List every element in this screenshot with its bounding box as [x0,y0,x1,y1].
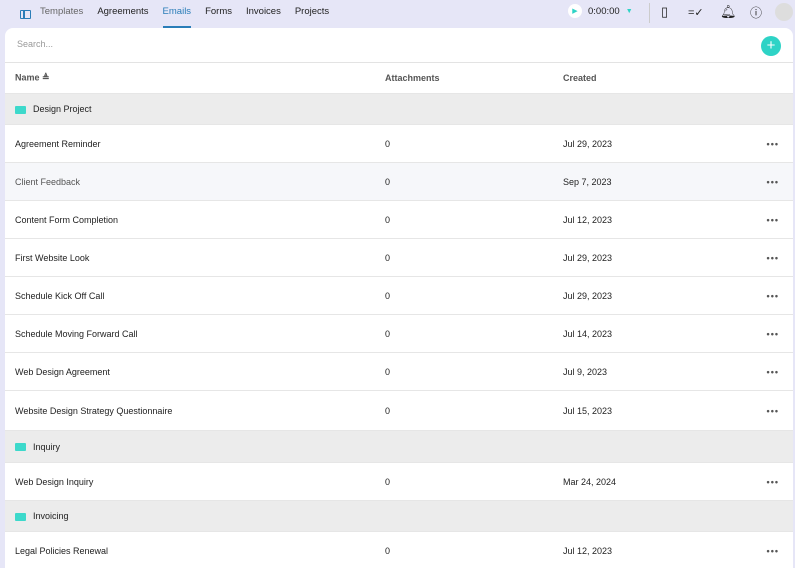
tab-invoices[interactable]: Invoices [246,0,281,28]
play-icon[interactable]: ▶ [568,4,582,18]
search-input[interactable] [17,39,317,49]
table-row[interactable]: Client Feedback 0 Sep 7, 2023 ••• [5,163,793,201]
table-row[interactable]: Schedule Kick Off Call 0 Jul 29, 2023 ••… [5,277,793,315]
more-options-icon[interactable]: ••• [767,406,779,416]
email-name[interactable]: Agreement Reminder [15,139,101,149]
email-name[interactable]: Content Form Completion [15,215,118,225]
more-options-icon[interactable]: ••• [767,367,779,377]
more-options-icon[interactable]: ••• [767,546,779,556]
divider [649,3,650,23]
tab-agreements[interactable]: Agreements [97,0,148,28]
emails-panel: + Name ≜ Attachments Created Design Proj… [5,28,793,568]
table-row[interactable]: Website Design Strategy Questionnaire 0 … [5,391,793,431]
avatar[interactable] [775,3,793,21]
chevron-down-icon[interactable]: ▼ [626,8,633,15]
created-date: Jul 9, 2023 [563,366,608,377]
column-attachments[interactable]: Attachments [385,73,440,83]
folder-name: Inquiry [33,441,61,452]
email-name[interactable]: Schedule Moving Forward Call [15,329,138,339]
created-date: Jul 29, 2023 [563,290,613,301]
email-name[interactable]: Website Design Strategy Questionnaire [15,406,172,416]
table-row[interactable]: Agreement Reminder 0 Jul 29, 2023 ••• [5,125,793,163]
attachments-count: 0 [385,252,391,263]
attachments-count: 0 [385,176,391,187]
attachments-count: 0 [385,290,391,301]
table-row[interactable]: Content Form Completion 0 Jul 12, 2023 •… [5,201,793,239]
folder-row[interactable]: Invoicing [5,501,793,532]
timer[interactable]: ▶ 0:00:00 ▼ [568,4,633,18]
table-header: Name ≜ Attachments Created [5,63,793,94]
email-name[interactable]: First Website Look [15,253,89,263]
help-icon[interactable]: ⓘ [750,4,762,21]
folder-row[interactable]: Design Project [5,94,793,125]
attachments-count: 0 [385,328,391,339]
attachments-count: 0 [385,366,391,377]
column-name[interactable]: Name ≜ [15,73,50,84]
folder-row[interactable]: Inquiry [5,431,793,463]
email-name[interactable]: Schedule Kick Off Call [15,291,104,301]
top-bar: Templates Agreements Emails Forms Invoic… [0,0,795,28]
more-options-icon[interactable]: ••• [767,291,779,301]
more-options-icon[interactable]: ••• [767,329,779,339]
tab-templates[interactable]: Templates [40,0,83,28]
created-date: Jul 12, 2023 [563,545,613,556]
email-name[interactable]: Legal Policies Renewal [15,546,108,556]
folder-icon [15,105,26,114]
attachments-count: 0 [385,214,391,225]
folder-name: Design Project [33,104,92,114]
folder-name: Invoicing [33,511,69,521]
created-date: Jul 29, 2023 [563,252,613,263]
created-date: Sep 7, 2023 [563,176,612,187]
more-options-icon[interactable]: ••• [767,253,779,263]
table-row[interactable]: First Website Look 0 Jul 29, 2023 ••• [5,239,793,277]
created-date: Jul 14, 2023 [563,328,613,339]
tab-projects[interactable]: Projects [295,0,329,28]
created-date: Jul 15, 2023 [563,405,613,416]
folder-label: Inquiry [15,442,60,452]
tab-emails[interactable]: Emails [162,0,192,28]
folder-icon [15,512,26,521]
table-row[interactable]: Web Design Agreement 0 Jul 9, 2023 ••• [5,353,793,391]
sidebar-toggle-icon[interactable] [20,9,31,19]
attachments-count: 0 [385,138,391,149]
mobile-icon[interactable]: ▯ [661,4,668,20]
email-name[interactable]: Web Design Inquiry [15,477,93,487]
task-list-icon[interactable]: =✓ [688,6,704,19]
table-row[interactable]: Legal Policies Renewal 0 Jul 12, 2023 ••… [5,532,793,568]
tab-bar: Templates Agreements Emails Forms Invoic… [20,0,343,28]
table-row[interactable]: Web Design Inquiry 0 Mar 24, 2024 ••• [5,463,793,501]
attachments-count: 0 [385,476,391,487]
search-bar: + [5,28,793,63]
email-name[interactable]: Client Feedback [15,177,80,187]
add-button[interactable]: + [761,36,781,56]
created-date: Jul 12, 2023 [563,214,613,225]
more-options-icon[interactable]: ••• [767,215,779,225]
tab-forms[interactable]: Forms [205,0,232,28]
folder-label: Design Project [15,104,92,114]
created-date: Jul 29, 2023 [563,138,613,149]
more-options-icon[interactable]: ••• [767,139,779,149]
column-created[interactable]: Created [563,73,597,83]
table-row[interactable]: Schedule Moving Forward Call 0 Jul 14, 2… [5,315,793,353]
folder-icon [15,443,26,452]
email-name[interactable]: Web Design Agreement [15,367,110,377]
created-date: Mar 24, 2024 [563,476,617,487]
more-options-icon[interactable]: ••• [767,177,779,187]
timer-value: 0:00:00 [588,5,620,17]
attachments-count: 0 [385,405,391,416]
attachments-count: 0 [385,545,391,556]
folder-label: Invoicing [15,511,69,521]
more-options-icon[interactable]: ••• [767,477,779,487]
alarm-bell-icon[interactable]: 🔔︎ [720,4,737,20]
